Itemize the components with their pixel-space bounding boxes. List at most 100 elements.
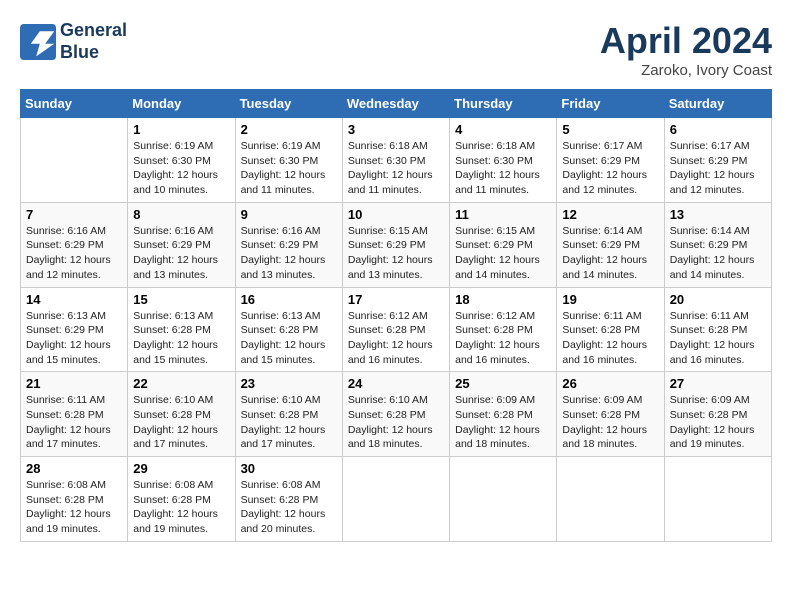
month-title: April 2024 [600,20,772,62]
day-info: Sunrise: 6:08 AMSunset: 6:28 PMDaylight:… [133,478,229,537]
logo: General Blue [20,20,127,63]
col-header-monday: Monday [128,90,235,118]
day-number: 4 [455,122,551,137]
calendar-cell [664,457,771,542]
page-header: General Blue April 2024 Zaroko, Ivory Co… [20,20,772,79]
calendar-cell: 28Sunrise: 6:08 AMSunset: 6:28 PMDayligh… [21,457,128,542]
day-info: Sunrise: 6:10 AMSunset: 6:28 PMDaylight:… [348,393,444,452]
day-number: 26 [562,376,658,391]
title-block: April 2024 Zaroko, Ivory Coast [600,20,772,79]
calendar-cell: 6 Sunrise: 6:17 AMSunset: 6:29 PMDaylight… [664,118,771,203]
day-info: Sunrise: 6:11 AMSunset: 6:28 PMDaylight:… [562,309,658,368]
day-number: 3 [348,122,444,137]
calendar-cell: 8 Sunrise: 6:16 AMSunset: 6:29 PMDaylight… [128,202,235,287]
day-number: 30 [241,461,337,476]
calendar-cell: 2 Sunrise: 6:19 AMSunset: 6:30 PMDaylight… [235,118,342,203]
logo-icon [20,24,56,60]
calendar-cell [342,457,449,542]
day-number: 7 [26,207,122,222]
calendar-table: SundayMondayTuesdayWednesdayThursdayFrid… [20,89,772,542]
calendar-cell: 22 Sunrise: 6:10 AMSunset: 6:28 PMDayligh… [128,372,235,457]
day-info: Sunrise: 6:18 AMSunset: 6:30 PMDaylight:… [455,139,551,198]
day-info: Sunrise: 6:17 AMSunset: 6:29 PMDaylight:… [670,139,766,198]
day-number: 17 [348,292,444,307]
day-number: 21 [26,376,122,391]
day-number: 19 [562,292,658,307]
col-header-tuesday: Tuesday [235,90,342,118]
calendar-cell: 1 Sunrise: 6:19 AMSunset: 6:30 PMDaylight… [128,118,235,203]
day-number: 22 [133,376,229,391]
calendar-cell: 23 Sunrise: 6:10 AMSunset: 6:28 PMDayligh… [235,372,342,457]
calendar-cell: 29Sunrise: 6:08 AMSunset: 6:28 PMDayligh… [128,457,235,542]
day-info: Sunrise: 6:12 AMSunset: 6:28 PMDaylight:… [455,309,551,368]
day-number: 8 [133,207,229,222]
day-info: Sunrise: 6:17 AMSunset: 6:29 PMDaylight:… [562,139,658,198]
calendar-cell: 25 Sunrise: 6:09 AMSunset: 6:28 PMDayligh… [450,372,557,457]
day-number: 25 [455,376,551,391]
day-info: Sunrise: 6:16 AMSunset: 6:29 PMDaylight:… [133,224,229,283]
day-info: Sunrise: 6:09 AMSunset: 6:28 PMDaylight:… [670,393,766,452]
day-info: Sunrise: 6:19 AMSunset: 6:30 PMDaylight:… [133,139,229,198]
day-number: 20 [670,292,766,307]
day-number: 15 [133,292,229,307]
col-header-friday: Friday [557,90,664,118]
col-header-thursday: Thursday [450,90,557,118]
col-header-saturday: Saturday [664,90,771,118]
calendar-cell: 20 Sunrise: 6:11 AMSunset: 6:28 PMDayligh… [664,287,771,372]
day-info: Sunrise: 6:11 AMSunset: 6:28 PMDaylight:… [670,309,766,368]
day-number: 13 [670,207,766,222]
day-info: Sunrise: 6:14 AMSunset: 6:29 PMDaylight:… [670,224,766,283]
day-number: 18 [455,292,551,307]
day-info: Sunrise: 6:11 AMSunset: 6:28 PMDaylight:… [26,393,122,452]
day-info: Sunrise: 6:13 AMSunset: 6:29 PMDaylight:… [26,309,122,368]
calendar-cell: 5 Sunrise: 6:17 AMSunset: 6:29 PMDaylight… [557,118,664,203]
calendar-cell [450,457,557,542]
calendar-cell: 10Sunrise: 6:15 AMSunset: 6:29 PMDayligh… [342,202,449,287]
calendar-cell: 26 Sunrise: 6:09 AMSunset: 6:28 PMDayligh… [557,372,664,457]
calendar-cell: 19 Sunrise: 6:11 AMSunset: 6:28 PMDayligh… [557,287,664,372]
day-number: 1 [133,122,229,137]
calendar-cell [557,457,664,542]
calendar-cell: 3Sunrise: 6:18 AMSunset: 6:30 PMDaylight… [342,118,449,203]
calendar-cell: 11Sunrise: 6:15 AMSunset: 6:29 PMDayligh… [450,202,557,287]
day-number: 23 [241,376,337,391]
calendar-cell: 4 Sunrise: 6:18 AMSunset: 6:30 PMDaylight… [450,118,557,203]
location: Zaroko, Ivory Coast [600,62,772,79]
day-number: 9 [241,207,337,222]
calendar-cell: 9Sunrise: 6:16 AMSunset: 6:29 PMDaylight… [235,202,342,287]
calendar-cell: 12Sunrise: 6:14 AMSunset: 6:29 PMDayligh… [557,202,664,287]
calendar-cell: 14 Sunrise: 6:13 AMSunset: 6:29 PMDayligh… [21,287,128,372]
calendar-cell: 7 Sunrise: 6:16 AMSunset: 6:29 PMDaylight… [21,202,128,287]
col-header-wednesday: Wednesday [342,90,449,118]
day-number: 27 [670,376,766,391]
day-info: Sunrise: 6:09 AMSunset: 6:28 PMDaylight:… [562,393,658,452]
day-number: 14 [26,292,122,307]
calendar-cell: 18 Sunrise: 6:12 AMSunset: 6:28 PMDayligh… [450,287,557,372]
calendar-cell [21,118,128,203]
day-info: Sunrise: 6:08 AMSunset: 6:28 PMDaylight:… [26,478,122,537]
day-info: Sunrise: 6:13 AMSunset: 6:28 PMDaylight:… [133,309,229,368]
day-number: 12 [562,207,658,222]
day-number: 2 [241,122,337,137]
day-info: Sunrise: 6:16 AMSunset: 6:29 PMDaylight:… [26,224,122,283]
day-info: Sunrise: 6:10 AMSunset: 6:28 PMDaylight:… [133,393,229,452]
day-info: Sunrise: 6:08 AMSunset: 6:28 PMDaylight:… [241,478,337,537]
day-info: Sunrise: 6:19 AMSunset: 6:30 PMDaylight:… [241,139,337,198]
logo-text: General Blue [60,20,127,63]
calendar-cell: 17 Sunrise: 6:12 AMSunset: 6:28 PMDayligh… [342,287,449,372]
day-number: 6 [670,122,766,137]
day-info: Sunrise: 6:12 AMSunset: 6:28 PMDaylight:… [348,309,444,368]
day-number: 5 [562,122,658,137]
calendar-cell: 15 Sunrise: 6:13 AMSunset: 6:28 PMDayligh… [128,287,235,372]
calendar-cell: 27 Sunrise: 6:09 AMSunset: 6:28 PMDayligh… [664,372,771,457]
day-number: 24 [348,376,444,391]
calendar-cell: 30 Sunrise: 6:08 AMSunset: 6:28 PMDayligh… [235,457,342,542]
day-info: Sunrise: 6:15 AMSunset: 6:29 PMDaylight:… [455,224,551,283]
day-info: Sunrise: 6:09 AMSunset: 6:28 PMDaylight:… [455,393,551,452]
day-info: Sunrise: 6:13 AMSunset: 6:28 PMDaylight:… [241,309,337,368]
day-info: Sunrise: 6:10 AMSunset: 6:28 PMDaylight:… [241,393,337,452]
day-number: 10 [348,207,444,222]
calendar-cell: 13 Sunrise: 6:14 AMSunset: 6:29 PMDayligh… [664,202,771,287]
calendar-cell: 16Sunrise: 6:13 AMSunset: 6:28 PMDayligh… [235,287,342,372]
calendar-cell: 21 Sunrise: 6:11 AMSunset: 6:28 PMDayligh… [21,372,128,457]
